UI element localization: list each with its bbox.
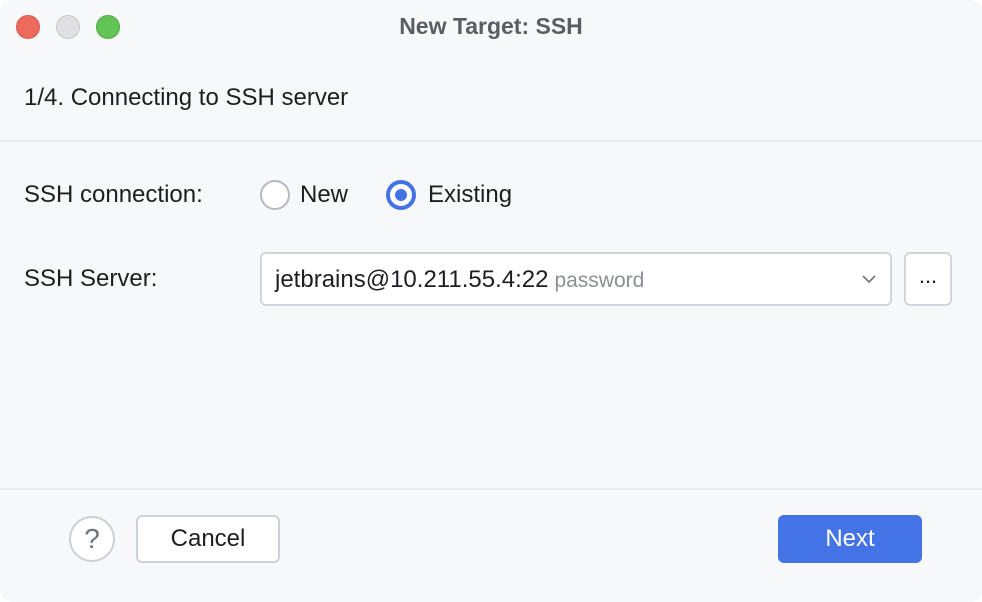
header-divider [0, 140, 982, 142]
radio-new-label[interactable]: New [300, 181, 348, 209]
help-button[interactable]: ? [69, 516, 115, 562]
browse-servers-button[interactable]: ... [904, 252, 952, 306]
ssh-connection-label: SSH connection: [24, 181, 203, 208]
title-bar: New Target: SSH [0, 0, 982, 56]
radio-existing[interactable] [386, 180, 416, 210]
ssh-server-value: jetbrains@10.211.55.4:22 password [275, 266, 644, 294]
chevron-down-icon [862, 275, 876, 284]
cancel-button[interactable]: Cancel [136, 515, 280, 563]
ssh-server-dropdown[interactable]: jetbrains@10.211.55.4:22 password [260, 252, 892, 306]
footer-divider [0, 488, 982, 490]
radio-new[interactable] [260, 180, 290, 210]
step-title: 1/4. Connecting to SSH server [24, 84, 349, 111]
next-button[interactable]: Next [778, 515, 922, 563]
window-title: New Target: SSH [399, 13, 583, 39]
auth-type-hint: password [554, 269, 645, 292]
ssh-server-address: jetbrains@10.211.55.4:22 [275, 266, 549, 293]
ssh-server-label: SSH Server: [24, 265, 158, 292]
radio-existing-label[interactable]: Existing [428, 181, 512, 209]
dialog-window: New Target: SSH 1/4. Connecting to SSH s… [0, 0, 982, 602]
